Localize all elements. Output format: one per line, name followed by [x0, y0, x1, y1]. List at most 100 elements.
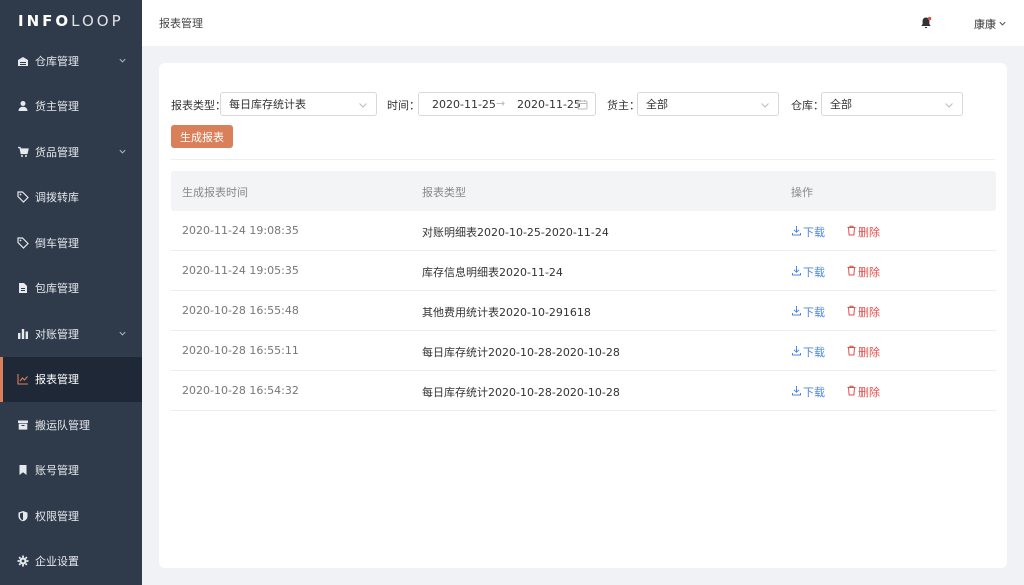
arrow-right-icon: → — [496, 97, 506, 110]
tag-icon — [17, 237, 29, 249]
delete-label: 删除 — [858, 386, 880, 399]
sidebar-item-8[interactable]: 搬运队管理 — [0, 402, 142, 448]
warehouse-value: 全部 — [830, 98, 852, 111]
sidebar-item-6[interactable]: 对账管理 — [0, 311, 142, 357]
report-type: 库存信息明细表2020-11-24 — [422, 266, 563, 279]
date-range-picker[interactable]: 2020-11-25 → 2020-11-25 — [418, 92, 596, 116]
end-date-input[interactable]: 2020-11-25 — [517, 98, 581, 111]
table-row: 2020-10-28 16:54:32 每日库存统计2020-10-28-2020… — [171, 371, 996, 411]
user-icon — [17, 100, 29, 112]
download-icon — [791, 225, 803, 239]
delete-label: 删除 — [858, 346, 880, 359]
download-icon — [791, 265, 803, 279]
bookmark-icon — [17, 464, 29, 476]
bell-icon[interactable] — [919, 16, 933, 30]
delete-label: 删除 — [858, 226, 880, 239]
table-body: 2020-11-24 19:08:35 对账明细表2020-10-25-2020-… — [171, 211, 996, 411]
download-link[interactable]: 下载 — [791, 344, 825, 360]
sidebar-item-label: 对账管理 — [35, 327, 79, 341]
file-icon — [17, 282, 29, 294]
sidebar-item-11[interactable]: 企业设置 — [0, 539, 142, 585]
delete-label: 删除 — [858, 266, 880, 279]
start-date-input[interactable]: 2020-11-25 — [432, 98, 496, 111]
shield-icon — [17, 510, 29, 522]
filter-bar: 报表类型： 每日库存统计表 时间： 2020-11-25 → 2020-11-2… — [171, 92, 1001, 116]
sidebar-item-0[interactable]: 仓库管理 — [0, 38, 142, 84]
table-row: 2020-10-28 16:55:48 其他费用统计表2020-10-291618… — [171, 291, 996, 331]
calendar-icon — [577, 99, 588, 110]
sidebar-item-2[interactable]: 货品管理 — [0, 129, 142, 175]
column-header-actions: 操作 — [791, 186, 813, 199]
chevron-down-icon — [116, 55, 128, 67]
sidebar-item-label: 包库管理 — [35, 282, 79, 296]
owner-label: 货主： — [607, 99, 640, 112]
download-label: 下载 — [803, 266, 825, 279]
sidebar-item-label: 倒车管理 — [35, 236, 79, 250]
table-header: 生成报表时间 报表类型 操作 — [171, 171, 996, 211]
sidebar-item-7[interactable]: 报表管理 — [0, 356, 142, 402]
chevron-down-icon — [116, 328, 128, 340]
report-type: 对账明细表2020-10-25-2020-11-24 — [422, 226, 609, 239]
delete-link[interactable]: 删除 — [846, 384, 880, 400]
sidebar-item-10[interactable]: 权限管理 — [0, 493, 142, 539]
app-logo[interactable]: INFO LOOP — [0, 0, 142, 42]
download-label: 下载 — [803, 306, 825, 319]
owner-value: 全部 — [646, 98, 668, 111]
breadcrumb: 报表管理 — [159, 17, 203, 30]
trash-icon — [846, 345, 858, 359]
divider — [171, 159, 995, 160]
download-icon — [791, 345, 803, 359]
sidebar-item-3[interactable]: 调拨转库 — [0, 175, 142, 221]
sidebar-item-label: 仓库管理 — [35, 54, 79, 68]
table-row: 2020-11-24 19:08:35 对账明细表2020-10-25-2020-… — [171, 211, 996, 251]
trash-icon — [846, 225, 858, 239]
report-type: 其他费用统计表2020-10-291618 — [422, 306, 591, 319]
download-label: 下载 — [803, 386, 825, 399]
table-row: 2020-11-24 19:05:35 库存信息明细表2020-11-24 下载 删除 — [171, 251, 996, 291]
sidebar-item-5[interactable]: 包库管理 — [0, 266, 142, 312]
delete-link[interactable]: 删除 — [846, 264, 880, 280]
line-chart-icon — [17, 373, 29, 385]
warehouse-select[interactable]: 全部 — [821, 92, 963, 116]
sidebar-item-label: 企业设置 — [35, 555, 79, 569]
delete-label: 删除 — [858, 306, 880, 319]
chevron-down-icon — [760, 100, 770, 110]
sidebar-item-1[interactable]: 货主管理 — [0, 84, 142, 130]
sidebar: INFO LOOP 仓库管理货主管理货品管理调拨转库倒车管理包库管理对账管理报表管… — [0, 0, 142, 585]
chevron-down-icon — [116, 146, 128, 158]
download-link[interactable]: 下载 — [791, 304, 825, 320]
report-time: 2020-11-24 19:05:35 — [182, 264, 299, 277]
delete-link[interactable]: 删除 — [846, 304, 880, 320]
sidebar-item-label: 货主管理 — [35, 100, 79, 114]
report-table: 生成报表时间 报表类型 操作 2020-11-24 19:08:35 对账明细表2… — [171, 171, 996, 411]
report-time: 2020-10-28 16:54:32 — [182, 384, 299, 397]
sidebar-item-label: 搬运队管理 — [35, 418, 90, 432]
logo-text-light: LOOP — [71, 12, 124, 30]
time-label: 时间： — [387, 99, 420, 112]
report-time: 2020-11-24 19:08:35 — [182, 224, 299, 237]
delete-link[interactable]: 删除 — [846, 344, 880, 360]
report-type: 每日库存统计2020-10-28-2020-10-28 — [422, 346, 620, 359]
sidebar-item-4[interactable]: 倒车管理 — [0, 220, 142, 266]
top-header: 报表管理 康康 — [142, 0, 1024, 46]
download-label: 下载 — [803, 346, 825, 359]
download-link[interactable]: 下载 — [791, 224, 825, 240]
report-type-select[interactable]: 每日库存统计表 — [220, 92, 377, 116]
tag-icon — [17, 191, 29, 204]
report-type-label: 报表类型： — [171, 99, 226, 112]
column-header-time: 生成报表时间 — [182, 186, 248, 199]
logo-text-bold: INFO — [18, 12, 72, 30]
download-link[interactable]: 下载 — [791, 384, 825, 400]
chevron-down-icon — [998, 18, 1007, 31]
user-menu[interactable]: 康康 — [974, 16, 1007, 32]
sidebar-item-label: 报表管理 — [35, 373, 79, 387]
sidebar-item-label: 调拨转库 — [35, 191, 79, 205]
generate-report-button[interactable]: 生成报表 — [171, 125, 233, 148]
download-link[interactable]: 下载 — [791, 264, 825, 280]
owner-select[interactable]: 全部 — [637, 92, 779, 116]
delete-link[interactable]: 删除 — [846, 224, 880, 240]
sidebar-item-9[interactable]: 账号管理 — [0, 448, 142, 494]
warehouse-label: 仓库： — [791, 99, 824, 112]
download-label: 下载 — [803, 226, 825, 239]
report-type-value: 每日库存统计表 — [229, 98, 306, 111]
